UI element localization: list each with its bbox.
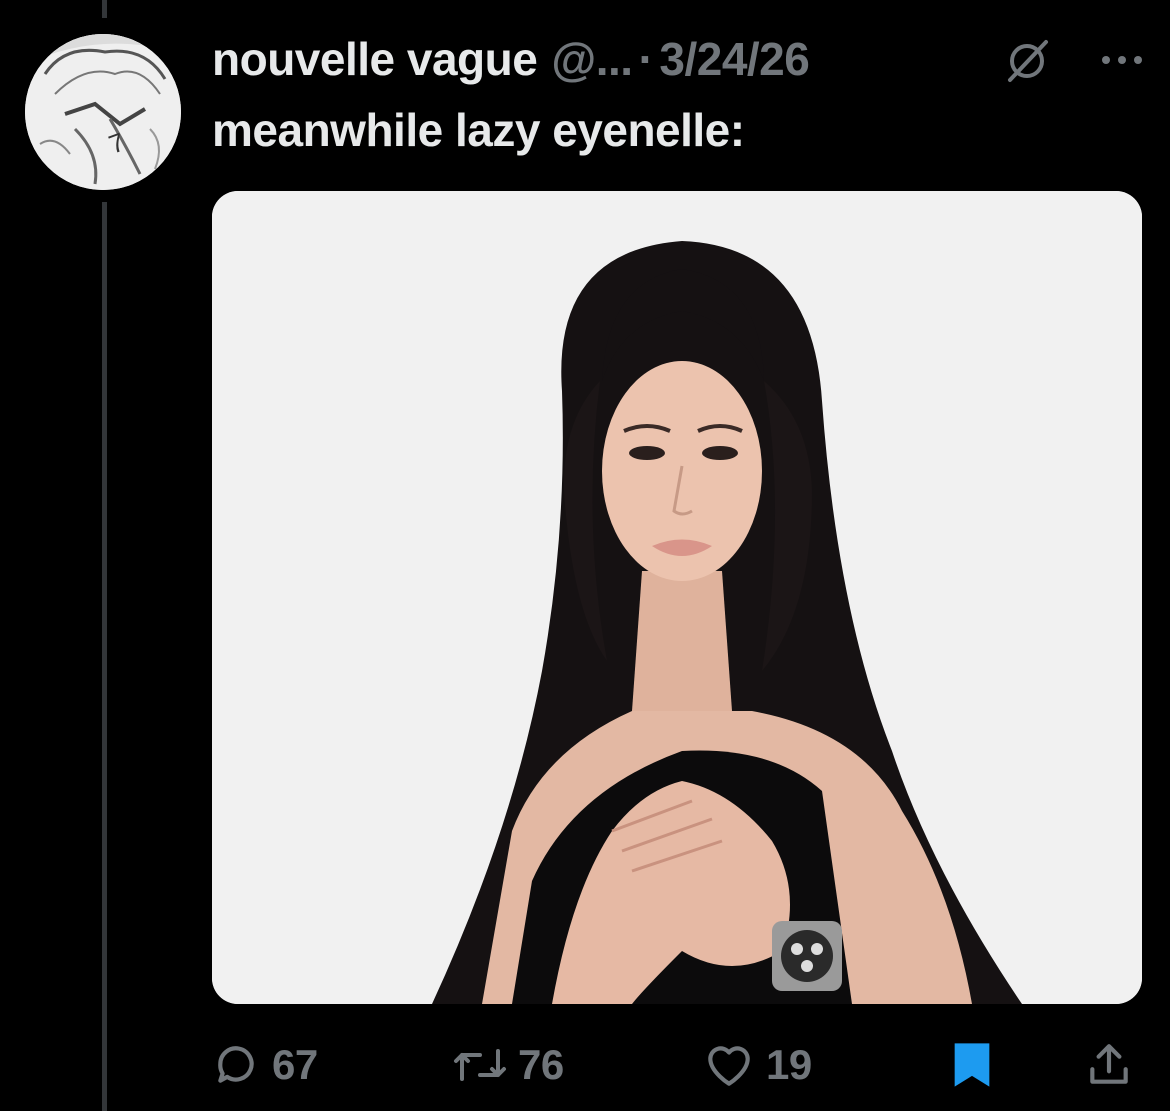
like-button[interactable]: 19 [702, 1030, 812, 1100]
repost-count: 76 [518, 1041, 564, 1088]
share-button[interactable] [1084, 1030, 1134, 1100]
repost-icon [454, 1049, 506, 1081]
display-name[interactable]: nouvelle vague [212, 32, 538, 86]
repost-button[interactable]: 76 [452, 1030, 564, 1100]
reply-count: 67 [272, 1041, 318, 1088]
thread-line-bottom [102, 202, 107, 1111]
handle[interactable]: @... [551, 32, 633, 86]
reply-button[interactable]: 67 [212, 1030, 318, 1100]
grok-icon[interactable] [1002, 36, 1052, 86]
reply-icon [218, 1046, 254, 1083]
photo-woman-black-dress-icon [212, 191, 1142, 1004]
heart-icon [708, 1046, 750, 1086]
separator-dot: · [638, 33, 654, 85]
action-bar: 67 76 19 [212, 1030, 1152, 1100]
bookmark-button[interactable] [948, 1030, 996, 1100]
thread-line-top [102, 0, 107, 18]
tweet-text: meanwhile lazy eyenelle: [212, 104, 745, 156]
tweet-media[interactable] [212, 191, 1142, 1004]
like-count: 19 [766, 1041, 812, 1088]
share-icon [1090, 1044, 1128, 1084]
tweet-date[interactable]: 3/24/26 [659, 32, 809, 86]
tweet-header: nouvelle vague @... · 3/24/26 [212, 28, 1152, 90]
more-dots-icon[interactable] [1092, 48, 1152, 72]
avatar[interactable]: 7 [25, 34, 181, 190]
bookmark-icon [954, 1043, 990, 1087]
manga-avatar-icon: 7 [25, 34, 181, 190]
